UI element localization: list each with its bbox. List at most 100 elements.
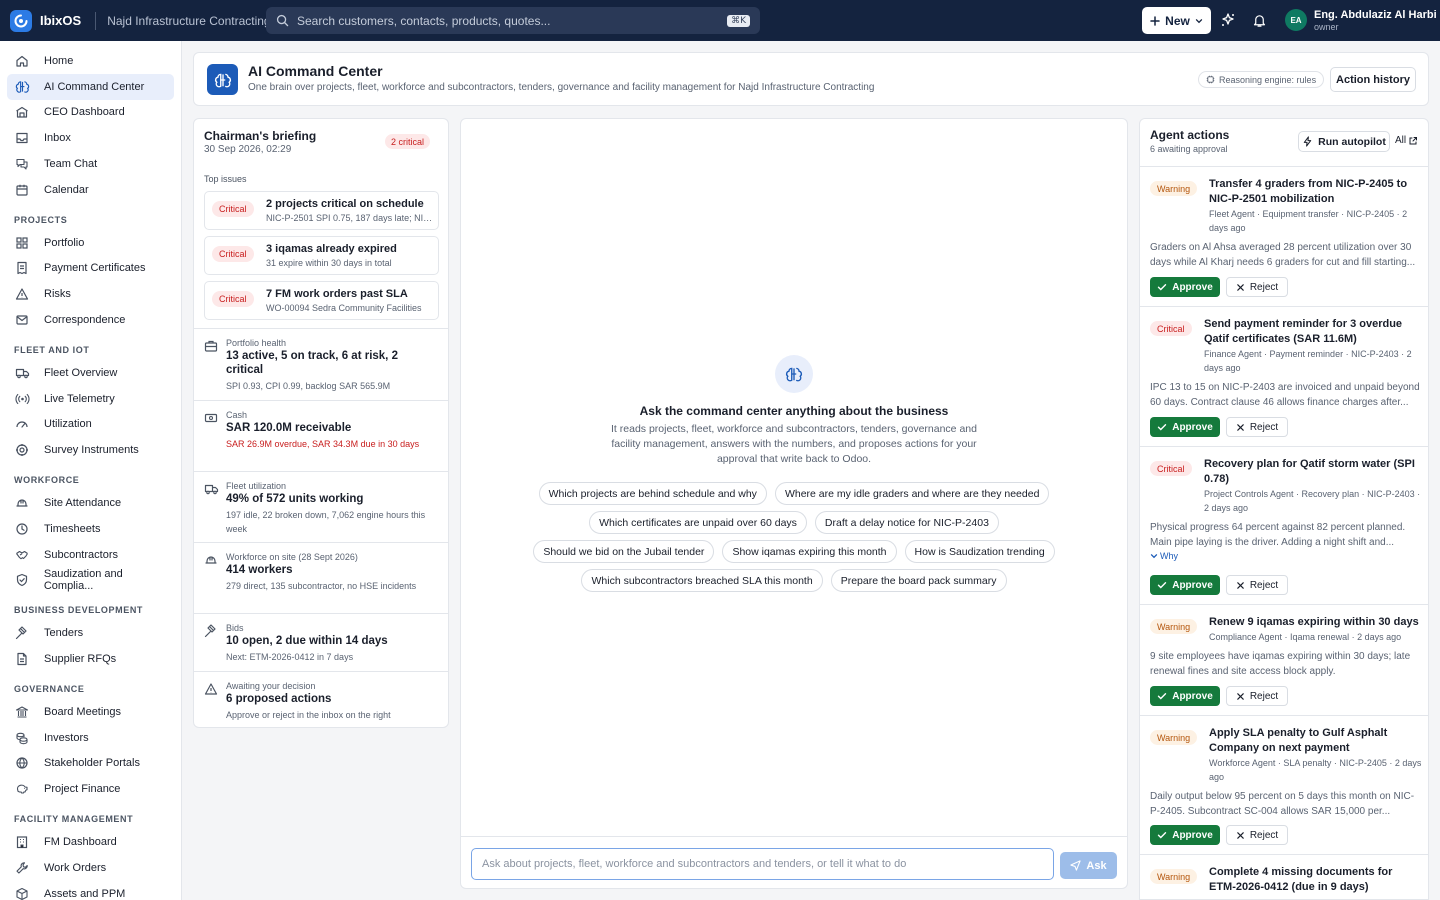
chat-input[interactable] (471, 848, 1054, 880)
global-search[interactable]: ⌘K (266, 7, 760, 34)
approve-button[interactable]: Approve (1150, 686, 1220, 706)
close-icon (1236, 831, 1245, 840)
chat-empty-description: It reads projects, fleet, workforce and … (611, 423, 977, 465)
critical-count-badge: 2 critical (385, 134, 431, 149)
sidebar-item-label: Stakeholder Portals (44, 757, 140, 770)
issue-card[interactable]: Critical 7 FM work orders past SLA WO-00… (204, 281, 439, 320)
sidebar-item-fleet-overview[interactable]: Fleet Overview (7, 360, 174, 386)
suggestion-chip[interactable]: Should we bid on the Jubail tender (533, 540, 715, 563)
suggestion-chip[interactable]: Show iqamas expiring this month (722, 540, 897, 563)
approve-button[interactable]: Approve (1150, 417, 1220, 437)
sidebar-item-site-attendance[interactable]: Site Attendance (7, 490, 174, 516)
sidebar-section-facility-management: FACILITY MANAGEMENT (14, 814, 134, 825)
metric-bids[interactable]: Bids 10 open, 2 due within 14 days Next:… (194, 613, 448, 671)
check-icon (1157, 422, 1167, 432)
run-autopilot-label: Run autopilot (1318, 135, 1386, 148)
sidebar-item-work-orders[interactable]: Work Orders (7, 855, 174, 881)
sidebar-item-board-meetings[interactable]: Board Meetings (7, 699, 174, 725)
issue-title: 2 projects critical on schedule (266, 198, 424, 210)
sidebar-item-ceo-dashboard[interactable]: CEO Dashboard (7, 100, 174, 126)
run-autopilot-button[interactable]: Run autopilot (1298, 131, 1390, 152)
sidebar-item-risks[interactable]: Risks (7, 281, 174, 307)
action-history-button[interactable]: Action history (1330, 67, 1416, 92)
suggestion-chip[interactable]: Which subcontractors breached SLA this m… (581, 569, 823, 592)
suggestion-chip[interactable]: Where are my idle graders and where are … (774, 482, 1050, 505)
suggestion-chip[interactable]: Prepare the board pack summary (830, 569, 1007, 592)
box-icon (14, 886, 30, 900)
metric-portfolio-health[interactable]: Portfolio health 13 active, 5 on track, … (194, 328, 448, 400)
metric-label: Workforce on site (28 Sept 2026) (226, 552, 358, 562)
metric-awaiting-decision[interactable]: Awaiting your decision 6 proposed action… (194, 671, 448, 727)
sidebar-item-home[interactable]: Home (7, 48, 174, 74)
suggestion-chip[interactable]: Draft a delay notice for NIC-P-2403 (814, 511, 999, 534)
approve-label: Approve (1172, 281, 1213, 293)
sidebar-item-subcontractors[interactable]: Subcontractors (7, 542, 174, 568)
notifications-bell-icon[interactable] (1250, 11, 1268, 29)
why-toggle[interactable]: Why (1150, 551, 1178, 561)
issue-card[interactable]: Critical 3 iqamas already expired 31 exp… (204, 236, 439, 275)
new-button[interactable]: New (1142, 7, 1211, 34)
organization-name[interactable]: Najd Infrastructure Contracting (107, 14, 270, 28)
sidebar-item-fm-dashboard[interactable]: FM Dashboard (7, 829, 174, 855)
app-logo-icon[interactable] (10, 9, 32, 32)
search-input[interactable] (297, 13, 728, 28)
action-title[interactable]: Renew 9 iqamas expiring within 30 days (1209, 615, 1421, 630)
reject-button[interactable]: Reject (1226, 825, 1288, 845)
sidebar-item-correspondence[interactable]: Correspondence (7, 307, 174, 333)
reject-button[interactable]: Reject (1226, 277, 1288, 297)
issue-detail: NIC-P-2501 SPI 0.75, 187 days late; NIC-… (266, 213, 433, 223)
reject-button[interactable]: Reject (1226, 575, 1288, 595)
action-title[interactable]: Transfer 4 graders from NIC-P-2405 to NI… (1209, 177, 1421, 207)
cpu-icon (1206, 75, 1215, 84)
action-title[interactable]: Send payment reminder for 3 overdue Qati… (1204, 317, 1420, 347)
action-title[interactable]: Recovery plan for Qatif storm water (SPI… (1204, 457, 1420, 487)
sidebar-item-calendar[interactable]: Calendar (7, 177, 174, 203)
sidebar-item-label: Live Telemetry (44, 392, 115, 405)
reject-button[interactable]: Reject (1226, 417, 1288, 437)
sidebar-item-tenders[interactable]: Tenders (7, 620, 174, 646)
approve-button[interactable]: Approve (1150, 825, 1220, 845)
sidebar-item-inbox[interactable]: Inbox (7, 125, 174, 151)
topbar-divider (95, 11, 97, 30)
reject-button[interactable]: Reject (1226, 686, 1288, 706)
sidebar-item-live-telemetry[interactable]: Live Telemetry (7, 386, 174, 412)
sidebar-item-survey-instruments[interactable]: Survey Instruments (7, 437, 174, 463)
action-title[interactable]: Apply SLA penalty to Gulf Asphalt Compan… (1209, 726, 1421, 756)
severity-badge: Critical (212, 246, 254, 262)
issue-detail: WO-00094 Sedra Community Facilities (266, 303, 422, 313)
sidebar-item-ai-command-center[interactable]: AI Command Center (7, 73, 174, 100)
sidebar-item-saudization[interactable]: Saudization and Complia... (7, 568, 174, 594)
sidebar-item-supplier-rfqs[interactable]: Supplier RFQs (7, 646, 174, 672)
action-title[interactable]: Complete 4 missing documents for ETM-202… (1209, 865, 1421, 895)
approve-button[interactable]: Approve (1150, 575, 1220, 595)
suggestion-chip[interactable]: Which certificates are unpaid over 60 da… (589, 511, 807, 534)
sidebar-item-utilization[interactable]: Utilization (7, 412, 174, 438)
metric-cash[interactable]: Cash SAR 120.0M receivable SAR 26.9M ove… (194, 400, 448, 471)
chat-empty-title: Ask the command center anything about th… (639, 404, 949, 418)
user-name[interactable]: Eng. Abdulaziz Al Harbi (1314, 9, 1437, 21)
sidebar-item-portfolio[interactable]: Portfolio (7, 230, 174, 256)
issue-card[interactable]: Critical 2 projects critical on schedule… (204, 191, 439, 230)
sidebar-item-investors[interactable]: Investors (7, 725, 174, 751)
sidebar-item-team-chat[interactable]: Team Chat (7, 151, 174, 177)
sidebar-item-stakeholder-portals[interactable]: Stakeholder Portals (7, 751, 174, 777)
ai-assistant-icon[interactable] (1219, 11, 1237, 29)
suggestion-chip[interactable]: How is Saudization trending (904, 540, 1055, 563)
metric-fleet-utilization[interactable]: Fleet utilization 49% of 572 units worki… (194, 471, 448, 542)
sidebar-item-payment-certificates[interactable]: Payment Certificates (7, 256, 174, 282)
sidebar-item-project-finance[interactable]: Project Finance (7, 776, 174, 802)
ask-button[interactable]: Ask (1060, 852, 1117, 879)
metric-label: Fleet utilization (226, 481, 287, 491)
gauge-icon (14, 416, 30, 432)
sidebar-item-label: Tenders (44, 627, 84, 640)
suggestion-chip[interactable]: Which projects are behind schedule and w… (538, 482, 767, 505)
action-meta: Compliance Agent · Iqama renewal · 2 day… (1209, 632, 1402, 642)
sidebar-item-timesheets[interactable]: Timesheets (7, 516, 174, 542)
metric-workforce[interactable]: Workforce on site (28 Sept 2026) 414 wor… (194, 542, 448, 613)
reject-label: Reject (1249, 579, 1279, 591)
sidebar-item-label: Timesheets (44, 522, 101, 535)
approve-button[interactable]: Approve (1150, 277, 1220, 297)
user-avatar[interactable]: EA (1285, 9, 1307, 31)
sidebar-item-assets-ppm[interactable]: Assets and PPM (7, 881, 174, 900)
all-actions-link[interactable]: All (1395, 135, 1418, 146)
